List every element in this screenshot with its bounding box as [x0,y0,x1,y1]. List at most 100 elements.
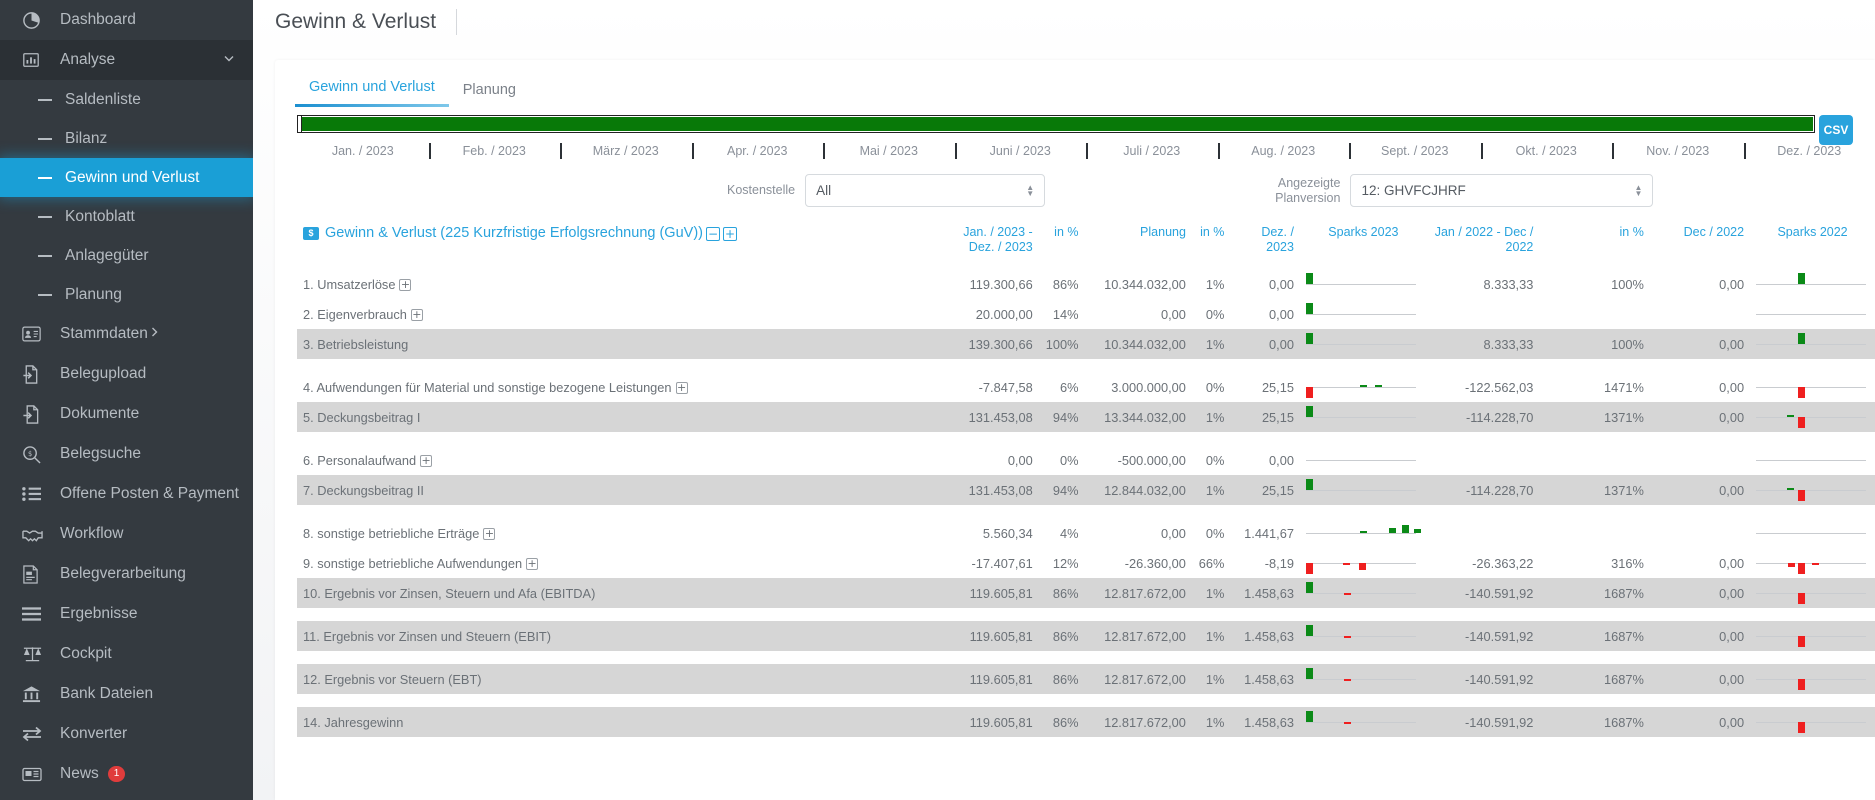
row-label: 5. Deckungsbeitrag I [303,409,421,425]
col-sparks-2022[interactable]: Sparks 2022 [1750,221,1875,269]
tab-gewinn-und-verlust[interactable]: Gewinn und Verlust [295,79,449,107]
cell-planung: -500.000,00 [1117,452,1186,468]
sparkline-baseline [1305,593,1416,594]
sidebar-subitem-planung[interactable]: Planung [0,275,253,314]
slider-fill [302,117,1813,131]
sidebar-item-konverter[interactable]: Konverter [0,714,253,754]
dash-icon [38,137,52,140]
cell-in-pct-2: 1% [1191,475,1231,505]
table-row[interactable]: 4. Aufwendungen für Material und sonstig… [297,372,1875,402]
file-invoice-icon [22,564,48,584]
sidebar-item-bank-dateien[interactable]: Bank Dateien [0,674,253,714]
sidebar-item-news[interactable]: News 1 [0,754,253,794]
sidebar-subitem-saldenliste[interactable]: Saldenliste [0,80,253,119]
sidebar-item-workflow[interactable]: Workflow [0,514,253,554]
col-period-2022[interactable]: Jan / 2022 - Dec / 2022 [1427,221,1540,269]
collapse-all-button[interactable]: − [705,226,720,241]
table-row[interactable]: 11. Ergebnis vor Zinsen und Steuern (EBI… [297,621,1875,651]
sparkline-2023 [1305,375,1416,399]
row-label-cell: 5. Deckungsbeitrag I [297,402,932,432]
table-row[interactable]: 7. Deckungsbeitrag II 131.453,08 94% 12.844… [297,475,1875,505]
cell-planung: 10.344.032,00 [1084,329,1192,359]
sidebar-item-cockpit[interactable]: Cockpit [0,634,253,674]
table-row[interactable]: 8. sonstige betriebliche Erträge +5.560,3… [297,518,1875,548]
table-row[interactable]: 14. Jahresgewinn 119.605,81 86% 12.817.672,… [297,707,1875,737]
sidebar-item-analyse[interactable]: Analyse [0,40,253,80]
table-row[interactable]: 12. Ergebnis vor Steuern (EBT) 119.605,81… [297,664,1875,694]
cell-dec-2022: 0,00 [1649,664,1751,694]
sidebar-item-dokumente[interactable]: Dokumente [0,394,253,434]
report-icon: $ [303,227,319,240]
sparkline-bar [1798,722,1806,733]
sidebar-subitem-anlagegüter[interactable]: Anlagegüter [0,236,253,275]
sidebar-item-dashboard[interactable]: Dashboard [0,0,253,40]
sparkline-baseline [1305,533,1416,534]
sparkline-baseline [1756,314,1867,315]
cell-planung: 12.844.032,00 [1084,475,1192,505]
table-row[interactable]: 5. Deckungsbeitrag I 131.453,08 94% 13.344.… [297,402,1875,432]
sidebar-subitem-bilanz[interactable]: Bilanz [0,119,253,158]
sidebar-subitem-label: Planung [65,285,122,303]
col-dez-2023[interactable]: Dez. / 2023 [1230,221,1300,269]
table-row[interactable]: 1. Umsatzerlöse +119.300,66 86% 10.344.032,… [297,269,1875,299]
sidebar-item-belegupload[interactable]: Belegupload [0,354,253,394]
cell-in-pct-2: 1% [1191,707,1231,737]
slider-track[interactable] [297,115,1815,133]
col-in-pct-2[interactable]: in % [1192,221,1230,269]
table-spacer-row [297,651,1875,664]
row-label-cell: 14. Jahresgewinn [297,707,932,737]
sparkline-bar [1305,668,1313,679]
sidebar-item-ergebnisse[interactable]: Ergebnisse [0,594,253,634]
col-sparks-2023[interactable]: Sparks 2023 [1300,221,1427,269]
page-header: Gewinn & Verlust [253,0,1875,44]
sparkline-bar [1359,385,1367,387]
sidebar-item-offene-posten-payment[interactable]: Offene Posten & Payment [0,474,253,514]
expand-all-button[interactable]: + [722,226,737,241]
col-dec-2022[interactable]: Dec / 2022 [1650,221,1750,269]
cell-period-2023: 0,00 [1007,452,1033,468]
cell-sparks-2022 [1750,707,1875,737]
news-badge: 1 [107,766,126,782]
kostenstelle-select[interactable]: All ▲ ▼ [805,174,1046,207]
table-row[interactable]: 6. Personalaufwand +0,00 0% -500.000,00 0% 0,… [297,445,1875,475]
tab-planung[interactable]: Planung [449,82,530,107]
slider-handle-left[interactable] [298,116,302,132]
sparkline-baseline [1756,417,1867,418]
cell-sparks-2022 [1750,664,1875,694]
row-expand-button[interactable]: + [483,528,496,541]
sidebar-item-stammdaten[interactable]: Stammdaten [0,314,253,354]
table-row[interactable]: 3. Betriebsleistung 139.300,66 100% 10.344.… [297,329,1875,359]
cell-planung: 12.817.672,00 [1084,664,1192,694]
col-planung[interactable]: Planung [1085,221,1192,269]
row-expand-button[interactable]: + [399,279,412,292]
sparkline-baseline [1305,417,1416,418]
cell-period-2022: -140.591,92 [1426,664,1540,694]
row-expand-button[interactable]: + [675,382,688,395]
cell-in-pct-3: 1471% [1603,379,1644,395]
planversion-select[interactable]: 12: GHVFCJHRF ▲ ▼ [1350,174,1654,207]
csv-export-button[interactable]: CSV [1819,115,1853,145]
cell-planung: 0,00 [1161,306,1186,322]
table-row[interactable]: 2. Eigenverbrauch +20.000,00 14% 0,00 0% 0,00 [297,299,1875,329]
cell-in-pct-3: 1687% [1539,621,1650,651]
cell-in-pct-1: 94% [1038,475,1085,505]
col-period-2023[interactable]: Jan. / 2023 - Dez. / 2023 [931,221,1038,269]
table-row[interactable]: 10. Ergebnis vor Zinsen, Steuern und Afa… [297,578,1875,608]
col-in-pct-3[interactable]: in % [1539,221,1649,269]
row-expand-button[interactable]: + [420,455,433,468]
table-row[interactable]: 9. sonstige betriebliche Aufwendungen + -1… [297,548,1875,578]
col-in-pct-1[interactable]: in % [1039,221,1085,269]
row-expand-button[interactable]: + [410,309,423,322]
sparkline-baseline [1305,344,1416,345]
sidebar-item-belegsuche[interactable]: $ Belegsuche [0,434,253,474]
sparkline-bar [1343,593,1351,595]
sidebar-item-belegverarbeitung[interactable]: Belegverarbeitung [0,554,253,594]
cell-period-2022: 8.333,33 [1426,329,1540,359]
period-slider[interactable] [275,107,1875,133]
sparkline-2023 [1305,521,1421,545]
sidebar-subitem-gewinn-und-verlust[interactable]: Gewinn und Verlust [0,158,253,197]
cell-sparks-2022 [1750,269,1875,299]
cell-in-pct-2: 1% [1191,578,1231,608]
sidebar-subitem-kontoblatt[interactable]: Kontoblatt [0,197,253,236]
row-expand-button[interactable]: + [526,558,539,571]
